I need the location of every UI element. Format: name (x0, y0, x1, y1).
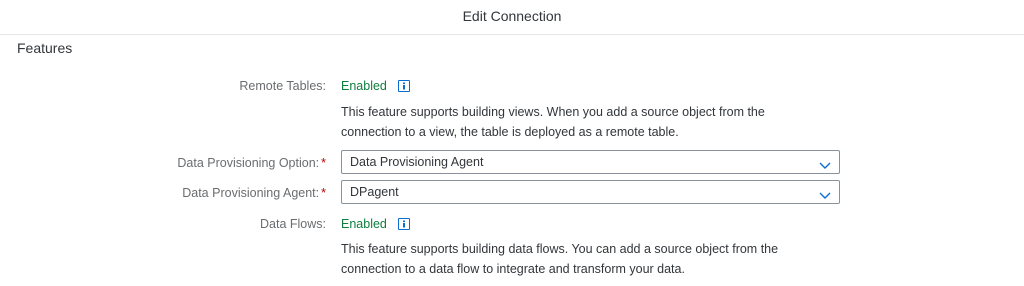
dp-agent-label-text: Data Provisioning Agent: (182, 186, 320, 200)
remote-tables-description-line2: connection to a view, the table is deplo… (341, 125, 679, 139)
remote-tables-label: Remote Tables: (239, 79, 326, 93)
remote-tables-description-line1: This feature supports building views. Wh… (341, 105, 765, 119)
dp-agent-select[interactable]: DPagent (341, 180, 840, 204)
dp-option-select[interactable]: Data Provisioning Agent (341, 150, 840, 174)
required-marker: * (321, 186, 326, 200)
dp-option-label: Data Provisioning Option: * (177, 156, 326, 170)
data-flows-description-line2: connection to a data flow to integrate a… (341, 262, 685, 276)
data-flows-label: Data Flows: (260, 217, 326, 231)
data-flows-status: Enabled (341, 217, 387, 231)
data-flows-description-line1: This feature supports building data flow… (341, 242, 779, 256)
dp-agent-label: Data Provisioning Agent: * (182, 186, 326, 200)
dialog-header: Edit Connection (0, 0, 1024, 35)
info-icon[interactable] (398, 218, 410, 230)
dp-agent-value: DPagent (350, 185, 399, 199)
dp-option-value: Data Provisioning Agent (350, 155, 484, 169)
chevron-down-icon[interactable] (819, 157, 831, 175)
dp-option-label-text: Data Provisioning Option: (177, 156, 320, 170)
remote-tables-description: This feature supports building views. Wh… (341, 102, 861, 142)
info-icon[interactable] (398, 80, 410, 92)
required-marker: * (321, 156, 326, 170)
data-flows-description: This feature supports building data flow… (341, 239, 861, 279)
dialog-title: Edit Connection (462, 8, 562, 24)
remote-tables-status: Enabled (341, 79, 387, 93)
chevron-down-icon[interactable] (819, 187, 831, 205)
section-title: Features (17, 40, 73, 56)
